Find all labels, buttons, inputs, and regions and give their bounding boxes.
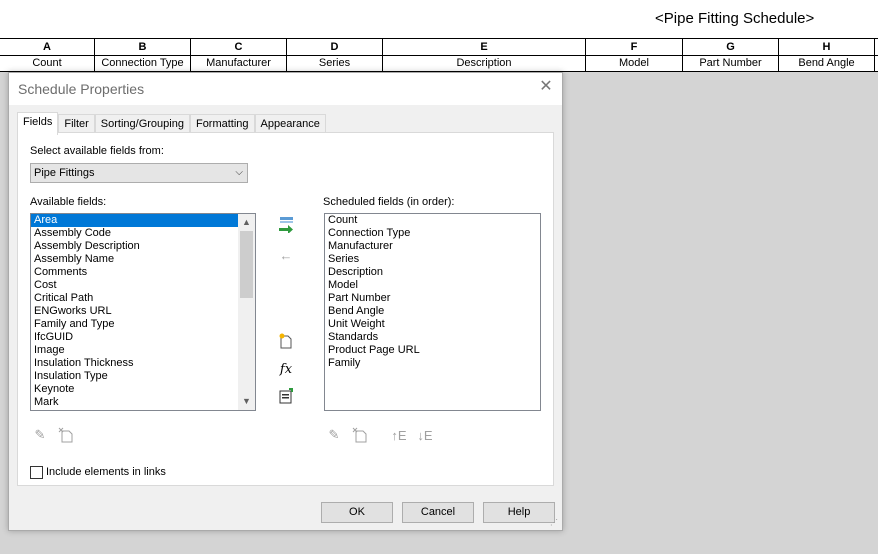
list-item[interactable]: Product Page URL [325,344,540,357]
list-item[interactable]: Insulation Thickness [31,357,255,370]
delete-scheduled-parameter-button[interactable] [350,425,370,445]
column-header[interactable]: Description [383,56,586,71]
schedule-title: <Pipe Fitting Schedule> [655,10,815,27]
edit-parameter-button[interactable]: ✎ [30,425,50,445]
list-item[interactable]: Unit Weight [325,318,540,331]
pencil-icon: ✎ [34,427,46,442]
list-item[interactable]: Family [325,357,540,370]
list-item[interactable]: Comments [31,266,255,279]
available-fields-scrollbar[interactable]: ▲ ▼ [238,214,255,410]
category-select[interactable]: Pipe Fittings ⌵ [30,163,248,183]
cancel-button[interactable]: Cancel [402,502,474,523]
list-item[interactable]: Mark [31,396,255,409]
include-links-checkbox[interactable] [30,466,43,479]
new-parameter-button[interactable] [276,331,296,351]
list-item[interactable]: Image [31,344,255,357]
column-header[interactable]: Part Number [683,56,779,71]
tab-filter[interactable]: Filter [58,114,95,134]
delete-parameter-button[interactable] [56,425,76,445]
list-item[interactable]: Bend Angle [325,305,540,318]
chevron-down-icon: ⌵ [235,167,243,178]
column-letter-row: A B C D E F G H [0,38,878,56]
tab-sorting-grouping[interactable]: Sorting/Grouping [94,114,190,134]
list-item[interactable]: Model [325,279,540,292]
list-item[interactable]: ENGworks URL [31,305,255,318]
column-letter[interactable]: E [383,39,586,55]
list-item[interactable]: Connection Type [325,227,540,240]
list-item[interactable]: Series [325,253,540,266]
list-item[interactable]: Assembly Description [31,240,255,253]
list-item[interactable]: Cost [31,279,255,292]
available-fields-list[interactable]: Area Assembly Code Assembly Description … [30,213,256,411]
list-item[interactable]: Insulation Type [31,370,255,383]
scrollbar-thumb[interactable] [240,231,253,298]
column-header[interactable]: Model [586,56,683,71]
list-item[interactable]: Description [325,266,540,279]
list-item[interactable]: Assembly Name [31,253,255,266]
column-header[interactable]: Series [287,56,383,71]
help-button[interactable]: Help [483,502,555,523]
formula-icon: fx [279,361,293,377]
move-down-icon: ↓E [417,427,433,443]
list-item[interactable]: Count [325,214,540,227]
list-item[interactable]: Part Number [325,292,540,305]
move-up-icon: ↑E [391,427,407,443]
list-item[interactable]: Manufacturer [325,240,540,253]
scheduled-fields-list[interactable]: Count Connection Type Manufacturer Serie… [324,213,541,411]
tab-fields[interactable]: Fields [17,112,59,135]
include-links-label: Include elements in links [46,466,166,478]
resize-grip-icon[interactable]: ⋰ [550,518,560,528]
column-header[interactable]: Bend Angle [779,56,875,71]
tab-appearance[interactable]: Appearance [254,114,326,134]
column-letter[interactable]: F [586,39,683,55]
chevron-down-icon[interactable]: ▼ [238,393,255,410]
column-header[interactable]: Count [0,56,95,71]
column-letter[interactable]: B [95,39,191,55]
list-item[interactable]: Critical Path [31,292,255,305]
category-select-value: Pipe Fittings [34,167,95,179]
move-up-button[interactable]: ↑E [388,425,410,445]
remove-parameter-button[interactable]: ← [276,245,296,265]
add-parameter-button[interactable] [276,214,296,234]
close-icon[interactable]: ✕ [538,79,554,95]
column-letter[interactable]: C [191,39,287,55]
column-header[interactable]: Connection Type [95,56,191,71]
available-fields-label: Available fields: [30,196,107,208]
arrow-left-icon: ← [279,247,293,263]
dialog-title: Schedule Properties [18,81,145,97]
delete-parameter-icon [58,427,73,443]
select-from-label: Select available fields from: [30,145,164,157]
calculated-value-button[interactable]: fx [276,359,296,379]
delete-parameter-icon [352,427,367,443]
chevron-up-icon[interactable]: ▲ [238,214,255,231]
tab-formatting[interactable]: Formatting [189,114,255,134]
list-item[interactable]: Keynote [31,383,255,396]
list-item[interactable]: Standards [325,331,540,344]
pencil-icon: ✎ [328,427,340,442]
column-letter[interactable]: D [287,39,383,55]
combine-parameters-button[interactable] [276,386,296,406]
column-header-row: Count Connection Type Manufacturer Serie… [0,56,878,72]
list-item[interactable]: Area [31,214,238,227]
list-item[interactable]: Assembly Code [31,227,255,240]
column-letter[interactable]: G [683,39,779,55]
scheduled-fields-label: Scheduled fields (in order): [323,196,455,208]
add-field-icon [279,217,293,233]
schedule-properties-dialog: Schedule Properties ✕ Fields Filter Sort… [8,72,563,531]
list-item[interactable]: IfcGUID [31,331,255,344]
tab-strip: Fields Filter Sorting/Grouping Formattin… [17,112,326,135]
column-letter[interactable]: H [779,39,875,55]
combine-parameters-icon [279,388,293,404]
dialog-titlebar[interactable]: Schedule Properties ✕ [9,73,562,105]
schedule-title-area: <Pipe Fitting Schedule> [0,0,878,38]
list-item[interactable]: Family and Type [31,318,255,331]
ok-button[interactable]: OK [321,502,393,523]
new-parameter-icon [279,333,292,349]
schedule-header-table: A B C D E F G H Count Connection Type Ma… [0,38,878,72]
edit-scheduled-parameter-button[interactable]: ✎ [324,425,344,445]
column-letter[interactable]: A [0,39,95,55]
move-down-button[interactable]: ↓E [414,425,436,445]
column-header[interactable]: Manufacturer [191,56,287,71]
